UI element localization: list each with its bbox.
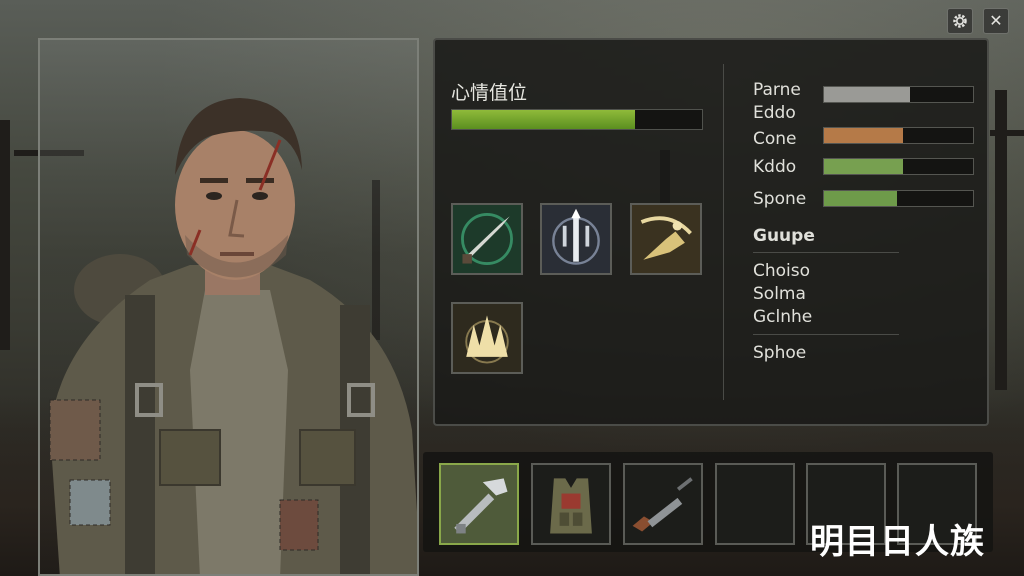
section-heading: Guupe (753, 226, 815, 246)
skill-slot-spear[interactable] (451, 203, 523, 275)
rifle-icon (632, 477, 693, 532)
stat-bar-kddo (823, 158, 974, 175)
settings-button[interactable] (947, 8, 973, 34)
stat-bar-parne (823, 86, 974, 103)
stat-bar-cone (823, 127, 974, 144)
list-item[interactable]: Sphoe (753, 343, 806, 363)
stat-bar-fill (824, 191, 897, 206)
trident-icon (542, 205, 610, 273)
close-icon: ✕ (989, 11, 1003, 30)
stat-label-eddo: Eddo (753, 103, 796, 123)
mood-bar (451, 109, 703, 130)
list-item[interactable]: Choiso (753, 261, 810, 281)
close-button[interactable]: ✕ (983, 8, 1009, 34)
stat-label-kddo: Kddo (753, 157, 797, 177)
slash-icon (632, 205, 700, 273)
section-divider (753, 252, 899, 253)
stat-bar-fill (824, 159, 903, 174)
mood-bar-fill (452, 110, 635, 129)
spikes-icon (453, 304, 521, 372)
stat-label-spone: Spone (753, 189, 807, 209)
skill-slot-trident[interactable] (540, 203, 612, 275)
skill-slot-spikes[interactable] (451, 302, 523, 374)
mood-label: 心情值位 (451, 82, 528, 104)
stat-label-cone: Cone (753, 129, 797, 149)
list-item[interactable]: Solma (753, 284, 806, 304)
inventory-slot-2[interactable] (531, 463, 611, 545)
stat-bar-fill (824, 128, 903, 143)
survivor-illustration (49, 98, 417, 574)
watermark: 明目日人族 (810, 522, 985, 562)
skill-slot-slash[interactable] (630, 203, 702, 275)
inventory-slot-1[interactable] (439, 463, 519, 545)
stat-bar-fill (824, 87, 911, 102)
inventory-slot-3[interactable] (623, 463, 703, 545)
vest-icon (550, 478, 592, 534)
hammer-icon (454, 478, 508, 534)
stat-label-parne: Parne (753, 80, 801, 100)
character-portrait (38, 38, 419, 576)
section-divider (753, 334, 899, 335)
list-item[interactable]: Gclnhe (753, 307, 812, 327)
stat-bar-spone (823, 190, 974, 207)
spear-icon (453, 205, 521, 273)
gear-icon (953, 14, 967, 28)
inventory-slot-4[interactable] (715, 463, 795, 545)
panel-divider (723, 64, 724, 400)
